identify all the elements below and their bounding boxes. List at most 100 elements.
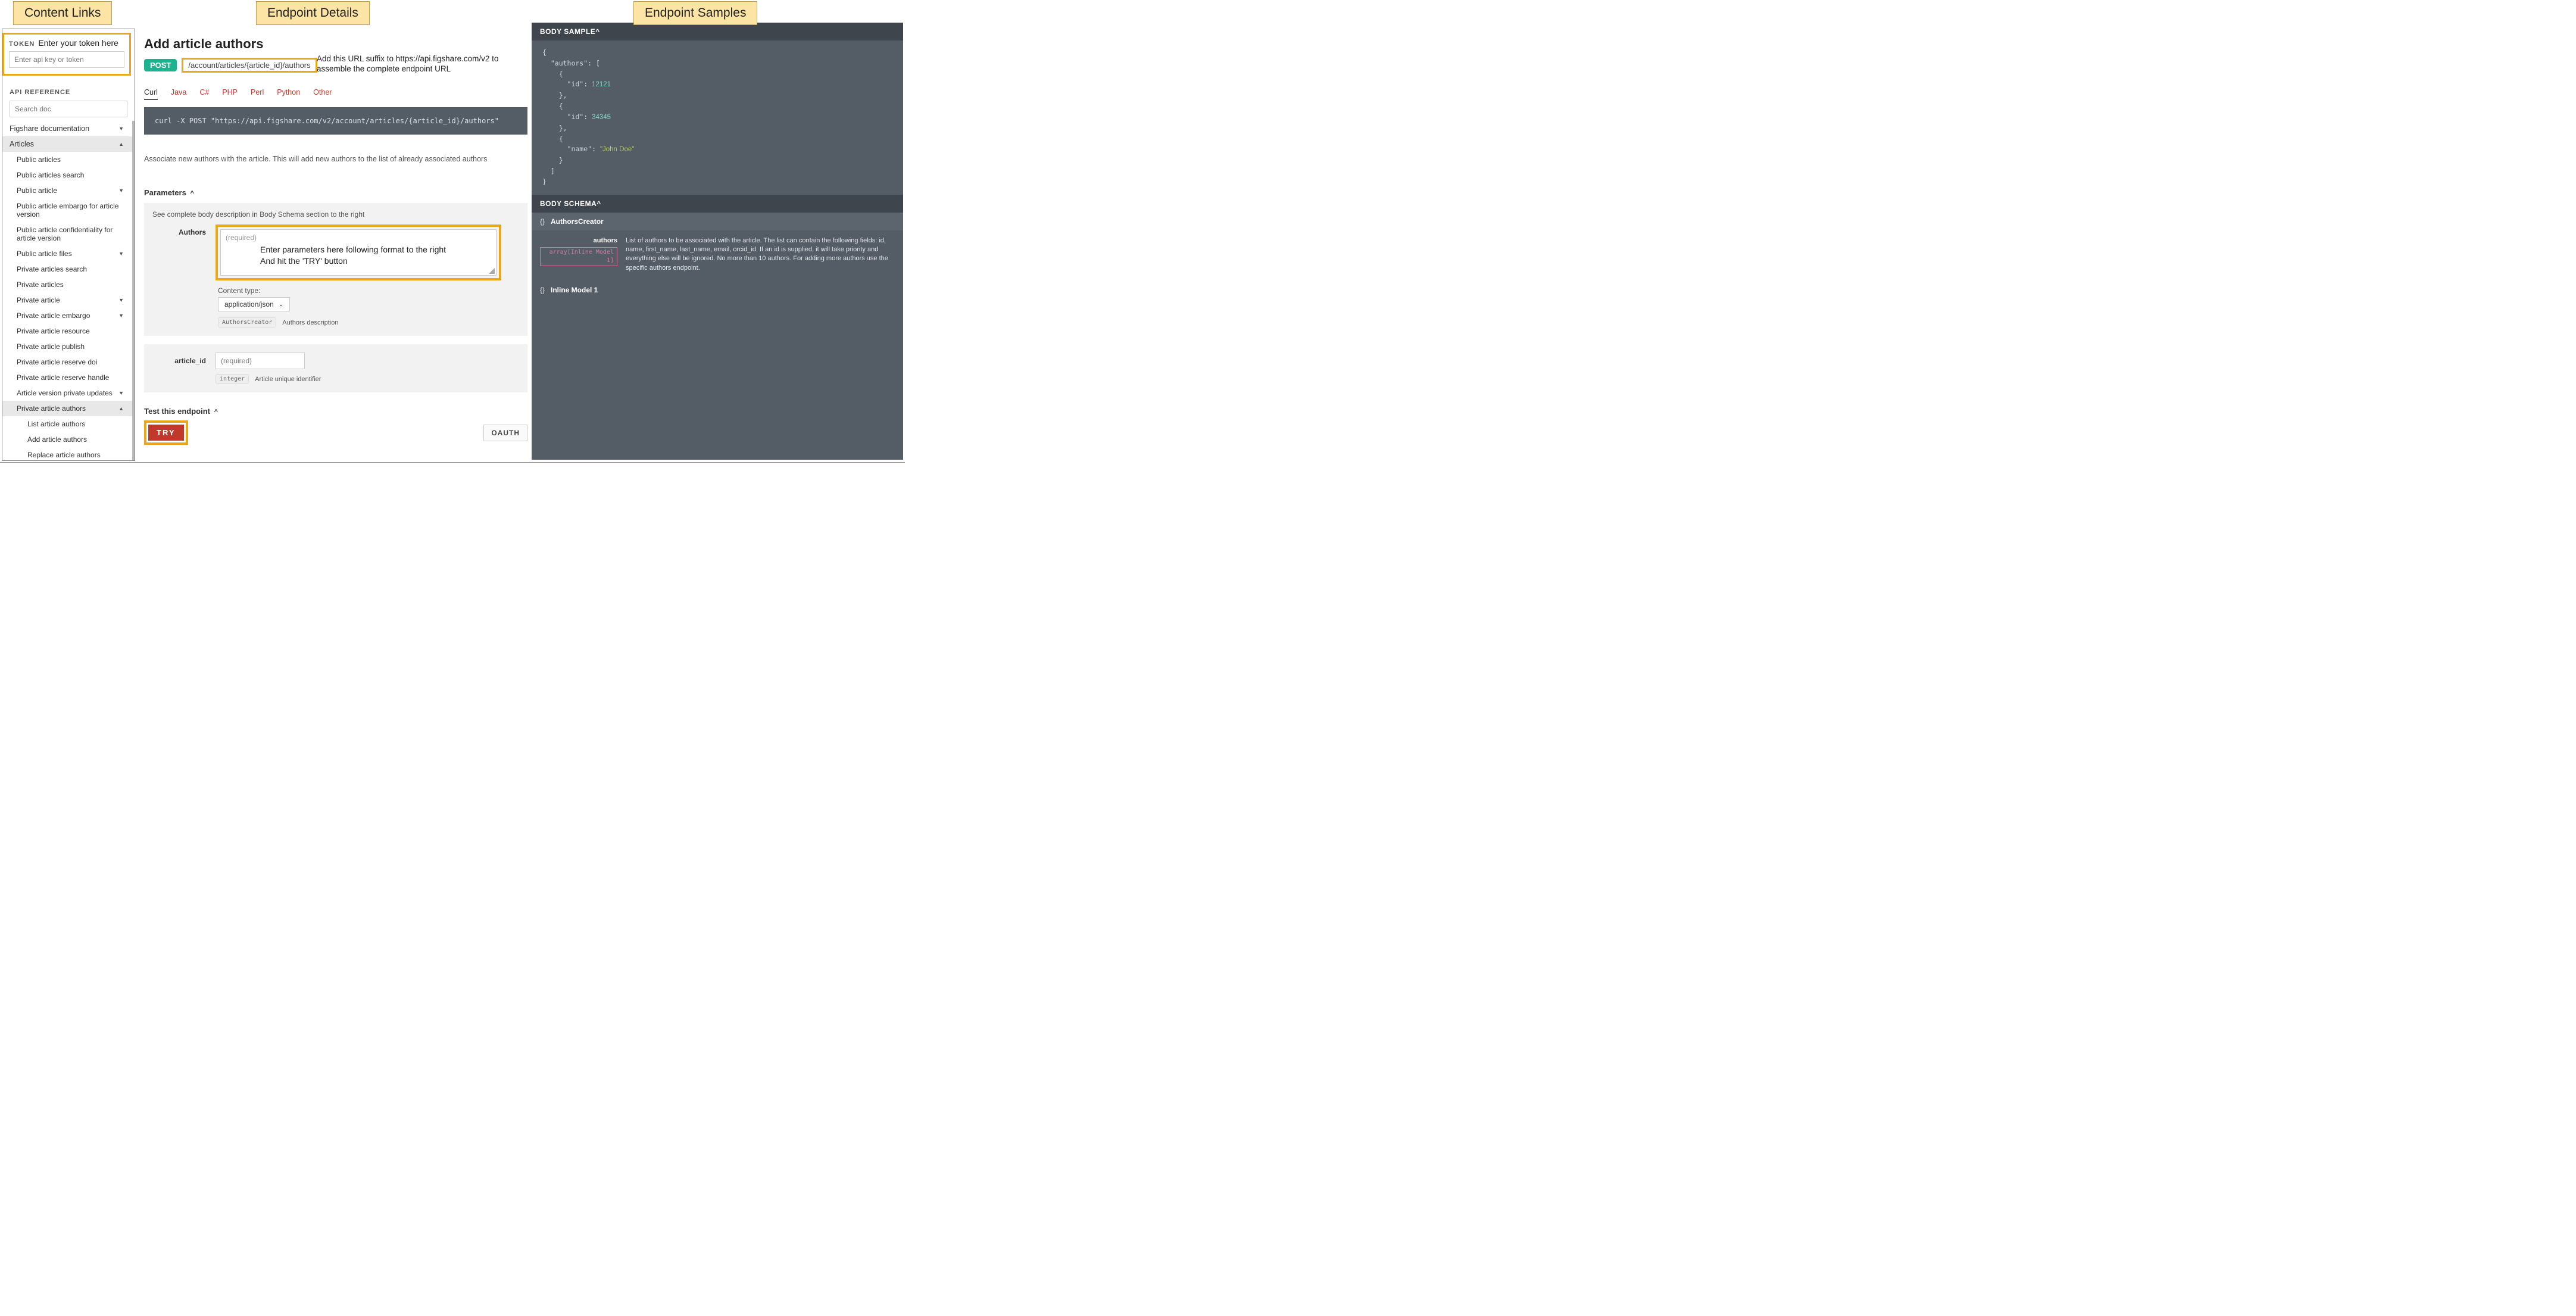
sidebar-item-label: Private article authors: [17, 404, 86, 413]
page-title: Add article authors: [144, 36, 527, 52]
parameters-header-label: Parameters: [144, 188, 186, 197]
body-sample-label: BODY SAMPLE: [540, 27, 595, 36]
sidebar-item[interactable]: Private article▼: [2, 292, 132, 308]
oauth-button[interactable]: OAUTH: [483, 425, 527, 441]
sidebar-item-label: Private article embargo: [17, 311, 90, 320]
chevron-down-icon: ▼: [118, 390, 124, 396]
sidebar: TOKEN Enter your token here API REFERENC…: [2, 29, 135, 461]
chevron-up-icon[interactable]: ^: [188, 190, 193, 197]
sidebar-item-label: Public article files: [17, 250, 72, 258]
sidebar-item[interactable]: Figshare documentation▼: [2, 121, 132, 136]
sidebar-item[interactable]: Add article authors: [2, 432, 132, 447]
try-frame: TRY: [144, 420, 188, 445]
annotation-content-links: Content Links: [13, 1, 112, 25]
lang-tabs: Curl Java C# PHP Perl Python Other: [144, 88, 527, 100]
token-tip: Enter your token here: [38, 38, 118, 48]
chevron-up-icon[interactable]: ^: [213, 408, 218, 416]
sidebar-item[interactable]: Public article embargo for article versi…: [2, 198, 132, 222]
content-type-value: application/json: [224, 300, 274, 308]
chevron-down-icon: ▼: [118, 126, 124, 132]
sidebar-item[interactable]: Public article confidentiality for artic…: [2, 222, 132, 246]
sidebar-item[interactable]: Private articles search: [2, 261, 132, 277]
endpoint-samples-panel: BODY SAMPLE^ { "authors": [ { "id": 1212…: [532, 23, 903, 460]
brace-icon: {}: [540, 286, 545, 294]
sidebar-item[interactable]: Public article files ▼: [2, 246, 132, 261]
sidebar-item-label: Public article: [17, 186, 57, 195]
lang-tab[interactable]: Other: [313, 88, 332, 100]
token-input[interactable]: [9, 51, 124, 68]
sample-id-2: 34345: [592, 114, 611, 121]
schema-authors-creator[interactable]: {} AuthorsCreator: [532, 213, 903, 230]
endpoint-description: Associate new authors with the article. …: [144, 155, 527, 163]
sidebar-item-label: Public articles search: [17, 171, 84, 179]
schema-name-2: Inline Model 1: [551, 286, 598, 294]
sample-id-1: 12121: [592, 81, 611, 88]
api-reference-section: API REFERENCE: [2, 76, 135, 121]
chevron-up-icon: ^: [595, 27, 600, 36]
body-sample-header[interactable]: BODY SAMPLE^: [532, 23, 903, 40]
lang-tab[interactable]: Python: [277, 88, 300, 100]
sidebar-item[interactable]: Public articles search: [2, 167, 132, 183]
article-id-param-box: article_id integer Article unique identi…: [144, 344, 527, 392]
sidebar-item[interactable]: Public articles: [2, 152, 132, 167]
sidebar-item[interactable]: Public article▼: [2, 183, 132, 198]
annotation-endpoint-details: Endpoint Details: [256, 1, 370, 25]
chevron-up-icon: ▲: [118, 406, 124, 411]
chevron-down-icon: ▼: [118, 251, 124, 257]
token-section: TOKEN Enter your token here: [2, 33, 131, 76]
endpoint-path: /account/articles/{article_id}/authors: [182, 58, 317, 73]
field-desc: List of authors to be associated with th…: [626, 236, 895, 273]
sidebar-item-label: Private article reserve handle: [17, 373, 109, 382]
param-note: See complete body description in Body Sc…: [152, 210, 519, 219]
field-type: array[Inline Model 1]: [540, 247, 617, 266]
lang-tab[interactable]: Perl: [251, 88, 264, 100]
authors-placeholder: (required): [226, 233, 257, 242]
test-endpoint-header: Test this endpoint ^: [144, 407, 527, 416]
try-button[interactable]: TRY: [148, 425, 184, 441]
api-reference-label: API REFERENCE: [10, 89, 127, 96]
sidebar-item-label: Replace article authors: [27, 451, 101, 459]
body-schema-header[interactable]: BODY SCHEMA^: [532, 195, 903, 213]
sidebar-item[interactable]: Article version private updates ▼: [2, 385, 132, 401]
annotation-endpoint-samples: Endpoint Samples: [633, 1, 757, 25]
test-endpoint-label: Test this endpoint: [144, 407, 210, 416]
sidebar-item[interactable]: Private article embargo▼: [2, 308, 132, 323]
sidebar-item-label: Public article embargo for article versi…: [17, 202, 124, 219]
sidebar-item[interactable]: Private article resource: [2, 323, 132, 339]
sidebar-item[interactable]: Private article authors ▲: [2, 401, 132, 416]
endpoint-details-panel: Add article authors POST /account/articl…: [143, 23, 528, 460]
sidebar-item[interactable]: Articles▲: [2, 136, 132, 152]
schema-inline-model[interactable]: {} Inline Model 1: [532, 281, 903, 299]
search-input[interactable]: [10, 101, 127, 117]
sidebar-item[interactable]: Private article publish: [2, 339, 132, 354]
authors-textarea[interactable]: (required) Enter parameters here followi…: [220, 229, 497, 276]
lang-tab[interactable]: Java: [171, 88, 186, 100]
authors-tip-1: Enter parameters here following format t…: [260, 245, 446, 254]
code-sample: curl -X POST "https://api.figshare.com/v…: [144, 107, 527, 135]
sidebar-item-label: Private article: [17, 296, 60, 304]
sidebar-item[interactable]: Replace article authors: [2, 447, 132, 461]
article-id-label: article_id: [152, 357, 206, 365]
sidebar-item[interactable]: Private article reserve doi: [2, 354, 132, 370]
content-type-select[interactable]: application/json ⌄: [218, 297, 290, 311]
authors-param-box: See complete body description in Body Sc…: [144, 203, 527, 336]
authors-label: Authors: [152, 224, 206, 236]
endpoint-path-tip: Add this URL suffix to https://api.figsh…: [317, 54, 513, 74]
sidebar-item-label: Article version private updates: [17, 389, 113, 397]
sidebar-item[interactable]: Private article reserve handle: [2, 370, 132, 385]
method-badge: POST: [144, 59, 177, 71]
token-label: TOKEN: [9, 40, 35, 48]
chevron-up-icon: ^: [597, 199, 601, 208]
type-chip-2-desc: Article unique identifier: [255, 376, 321, 383]
schema-name-1: AuthorsCreator: [551, 217, 604, 226]
article-id-input[interactable]: [216, 353, 305, 369]
lang-tab[interactable]: PHP: [222, 88, 238, 100]
lang-tab[interactable]: Curl: [144, 88, 158, 100]
sidebar-item[interactable]: List article authors: [2, 416, 132, 432]
type-chip-2: integer: [216, 374, 249, 384]
resize-handle-icon[interactable]: [489, 268, 495, 274]
lang-tab[interactable]: C#: [199, 88, 209, 100]
sidebar-item-label: Private articles search: [17, 265, 87, 273]
authors-tip-2: And hit the 'TRY' button: [260, 256, 348, 266]
sidebar-item[interactable]: Private articles: [2, 277, 132, 292]
